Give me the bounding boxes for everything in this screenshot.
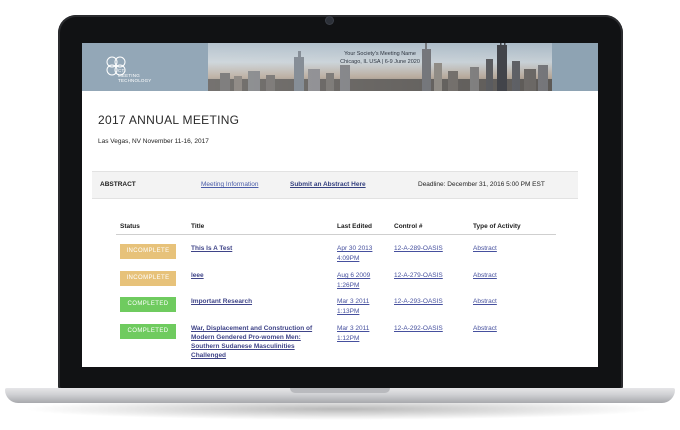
header-divider — [116, 234, 556, 235]
activity-type-link[interactable]: Abstract — [473, 324, 497, 333]
logo[interactable]: CTI MEETING TECHNOLOGY — [82, 43, 208, 91]
last-edited-date[interactable]: Aug 6 2009 — [337, 271, 370, 280]
abstract-title-link[interactable]: Important Research — [191, 297, 252, 306]
page-title: 2017 ANNUAL MEETING — [98, 113, 240, 127]
last-edited-date[interactable]: Mar 3 2011 — [337, 324, 369, 333]
logo-text-line: TECHNOLOGY — [118, 78, 152, 83]
control-number-link[interactable]: 12-A-279-OASIS — [394, 271, 443, 280]
last-edited-time[interactable]: 1:26PM — [337, 281, 359, 290]
activity-type-link[interactable]: Abstract — [473, 244, 497, 253]
meeting-information-link[interactable]: Meeting Information — [201, 181, 258, 188]
abstract-nav-bar: ABSTRACT Meeting Information Submit an A… — [92, 171, 578, 199]
control-number-link[interactable]: 12-A-293-OASIS — [394, 297, 443, 306]
last-edited-time[interactable]: 4:09PM — [337, 254, 359, 263]
abstract-title-link[interactable]: War, Displacement and Construction of — [191, 324, 312, 333]
banner-meeting-name: Your Society's Meeting Name — [344, 51, 416, 57]
last-edited-date[interactable]: Apr 30 2013 — [337, 244, 372, 253]
abstract-title-link[interactable]: This Is A Test — [191, 244, 232, 253]
status-badge: COMPLETED — [120, 324, 176, 339]
banner-right-panel — [552, 43, 598, 91]
status-badge: INCOMPLETE — [120, 244, 176, 259]
last-edited-time[interactable]: 1:12PM — [337, 334, 359, 343]
header-banner: CTI MEETING TECHNOLOGY Your Society's Me… — [82, 43, 598, 91]
submit-abstract-link[interactable]: Submit an Abstract Here — [290, 181, 366, 188]
logo-text: CTI MEETING TECHNOLOGY — [118, 68, 152, 83]
header-type: Type of Activity — [473, 223, 521, 230]
last-edited-date[interactable]: Mar 3 2011 — [337, 297, 369, 306]
abstract-title-link[interactable]: leee — [191, 271, 204, 280]
banner-meeting-info: Your Society's Meeting Name Chicago, IL … — [300, 50, 460, 66]
laptop-notch — [290, 388, 390, 393]
city-skyline-image: Your Society's Meeting Name Chicago, IL … — [208, 43, 552, 91]
deadline-text: Deadline: December 31, 2016 5:00 PM EST — [418, 181, 545, 188]
section-label: ABSTRACT — [100, 181, 136, 188]
last-edited-time[interactable]: 1:13PM — [337, 307, 359, 316]
header-status: Status — [120, 223, 140, 230]
webcam — [326, 17, 333, 24]
control-number-link[interactable]: 12-A-289-OASIS — [394, 244, 443, 253]
header-last-edited: Last Edited — [337, 223, 373, 230]
control-number-link[interactable]: 12-A-292-OASIS — [394, 324, 443, 333]
activity-type-link[interactable]: Abstract — [473, 271, 497, 280]
status-badge: INCOMPLETE — [120, 271, 176, 286]
status-badge: COMPLETED — [120, 297, 176, 312]
banner-meeting-place: Chicago, IL USA | 6-9 June 2020 — [340, 59, 420, 65]
screen: CTI MEETING TECHNOLOGY Your Society's Me… — [82, 43, 598, 367]
header-title: Title — [191, 223, 205, 230]
header-control: Control # — [394, 223, 423, 230]
abstract-title-link[interactable]: Challenged — [191, 351, 226, 360]
abstract-title-link[interactable]: Modern Gendered Pro-women Men: — [191, 333, 301, 342]
activity-type-link[interactable]: Abstract — [473, 297, 497, 306]
abstract-title-link[interactable]: Southern Sudanese Masculinities — [191, 342, 295, 351]
meeting-location: Las Vegas, NV November 11-16, 2017 — [98, 138, 209, 145]
